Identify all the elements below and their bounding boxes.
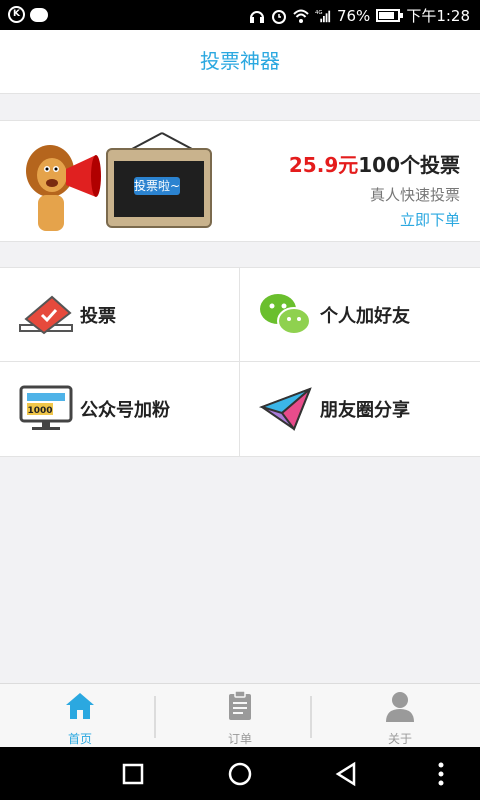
- tab-divider: [154, 696, 156, 738]
- wifi-icon: [293, 9, 309, 23]
- service-followers[interactable]: 1000 公众号加粉: [0, 362, 240, 456]
- promo-banner[interactable]: 投票啦~ 25.9元100个投票 真人快速投票 立即下单: [0, 120, 480, 242]
- paper-plane-icon: [258, 387, 312, 432]
- service-followers-label: 公众号加粉: [80, 400, 170, 421]
- banner-subtitle: 真人快速投票: [369, 186, 460, 204]
- battery-icon: [376, 9, 404, 22]
- signal-icon: 4G: [315, 10, 331, 22]
- price: 25.9元: [288, 153, 359, 177]
- recent-apps-button[interactable]: [120, 761, 146, 787]
- price-suffix: 100个投票: [358, 153, 460, 177]
- person-icon: [386, 692, 414, 722]
- service-vote-label: 投票: [80, 305, 116, 327]
- headset-icon: [249, 10, 264, 23]
- clipboard-icon: [229, 690, 251, 720]
- bottom-tab-bar: 首页 订单 关于: [0, 683, 480, 747]
- svg-text:4G: 4G: [315, 10, 323, 16]
- service-grid: 投票 个人加好友 1000 公众号加粉 朋友圈分享: [0, 267, 480, 457]
- lion-megaphone-image: 投票啦~: [26, 132, 212, 231]
- service-moments-share[interactable]: 朋友圈分享: [240, 362, 480, 456]
- battery-percent: 76%: [336, 6, 371, 25]
- page-title: 投票神器: [200, 49, 280, 73]
- ballot-box-icon: [19, 295, 73, 334]
- clock: 下午1:28: [406, 7, 470, 25]
- svg-text:1000: 1000: [27, 406, 52, 416]
- home-button[interactable]: [227, 761, 253, 787]
- message-icon: [30, 7, 48, 22]
- service-add-friend[interactable]: 个人加好友: [240, 268, 480, 362]
- status-bar: K 4G 76% 下午1:28: [0, 0, 480, 30]
- home-icon: [66, 693, 94, 719]
- tab-home[interactable]: 首页: [0, 684, 160, 748]
- tab-orders-label: 订单: [227, 732, 252, 746]
- system-nav-bar: [0, 747, 480, 800]
- tab-about[interactable]: 关于: [320, 684, 480, 748]
- back-button[interactable]: [334, 761, 360, 787]
- alarm-icon: [271, 9, 286, 24]
- title-bar: 投票神器: [0, 30, 480, 94]
- service-vote[interactable]: 投票: [0, 268, 240, 362]
- tab-orders[interactable]: 订单: [160, 684, 320, 748]
- more-options-icon[interactable]: [428, 761, 454, 787]
- tab-home-label: 首页: [67, 732, 92, 746]
- price-line: 25.9元100个投票: [289, 149, 460, 178]
- service-add-friend-label: 个人加好友: [320, 305, 410, 327]
- k-app-icon: K: [8, 6, 25, 23]
- monitor-icon: 1000: [19, 385, 73, 430]
- tab-about-label: 关于: [387, 732, 412, 746]
- tab-divider: [310, 696, 312, 738]
- service-moments-share-label: 朋友圈分享: [320, 400, 410, 421]
- wechat-icon: [260, 293, 311, 335]
- svg-text:投票啦~: 投票啦~: [134, 178, 180, 193]
- order-now-link[interactable]: 立即下单: [289, 209, 460, 230]
